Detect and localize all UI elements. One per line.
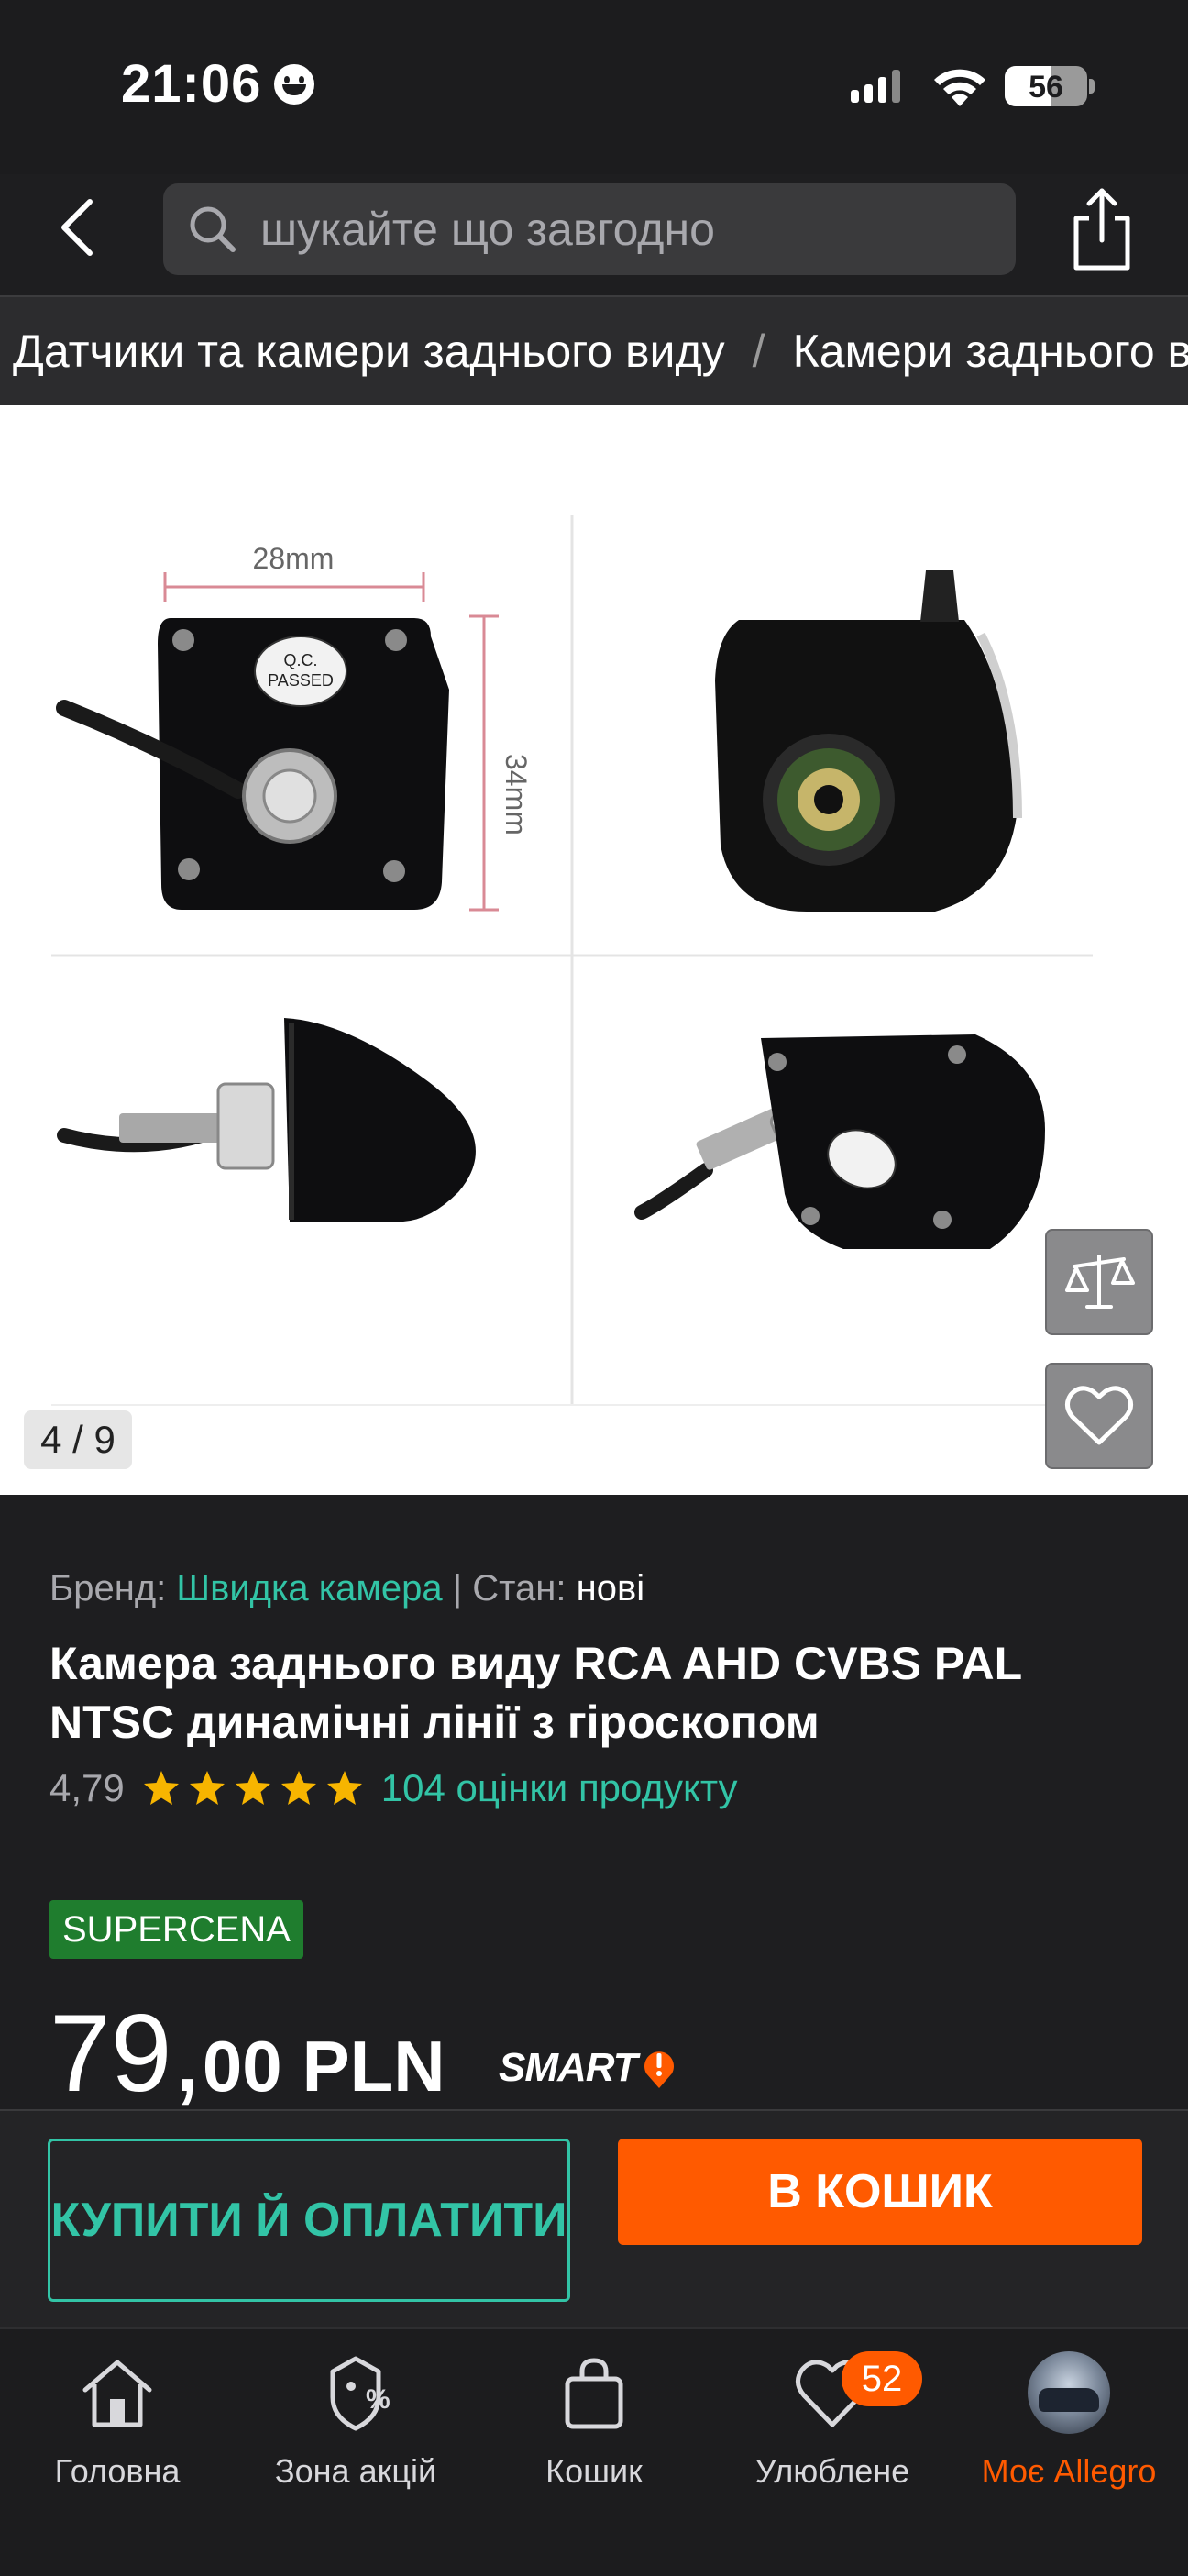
avatar	[1028, 2351, 1110, 2434]
search-icon	[190, 206, 236, 252]
supercena-badge: SUPERCENA	[50, 1900, 303, 1959]
buy-now-button[interactable]: КУПИТИ Й ОПЛАТИТИ	[48, 2139, 570, 2302]
focus-smile-icon	[274, 63, 315, 105]
brand-label: Бренд:	[50, 1568, 167, 1609]
heart-icon	[1065, 1386, 1133, 1445]
star-icon	[189, 1771, 225, 1805]
brand-condition-line: Бренд: Швидка камера | Стан: нові	[50, 1568, 644, 1609]
search-placeholder: шукайте що завгодно	[260, 204, 715, 255]
breadcrumb-separator: /	[752, 326, 765, 377]
battery-tip	[1089, 79, 1094, 94]
star-icon	[326, 1771, 362, 1805]
tab-label-my-allegro: Моє Allegro	[981, 2452, 1157, 2490]
reviews-link[interactable]: 104 оцінки продукту	[381, 1766, 738, 1810]
promo-tag-icon: %	[330, 2356, 390, 2431]
star-icon	[280, 1771, 316, 1805]
tab-promo-zone[interactable]: % Зона акцій	[246, 2344, 466, 2527]
price-currency: PLN	[302, 2026, 446, 2106]
rating-value: 4,79	[50, 1766, 125, 1809]
product-info: Бренд: Швидка камера | Стан: нові Камера…	[0, 1495, 1188, 2115]
tab-cart[interactable]: Кошик	[484, 2344, 704, 2527]
tab-my-allegro[interactable]: Моє Allegro	[959, 2344, 1179, 2527]
back-button[interactable]	[46, 194, 110, 260]
tab-home[interactable]: Головна	[7, 2344, 227, 2527]
status-bar: 21:06 56 шукайте що завгодно	[0, 0, 1188, 275]
tab-label-home: Головна	[54, 2452, 181, 2490]
add-to-cart-button[interactable]: В КОШИК	[618, 2139, 1142, 2245]
smart-label: SMART	[499, 2045, 638, 2090]
scale-icon	[1065, 1255, 1135, 1309]
cellular-signal-icon	[851, 66, 900, 103]
compare-button[interactable]	[1045, 1229, 1153, 1335]
star-icon	[143, 1771, 179, 1805]
condition-label: Стан:	[472, 1568, 566, 1609]
divider: |	[452, 1568, 463, 1609]
battery-indicator: 56	[1005, 66, 1087, 106]
price-integer: 79,	[50, 1992, 203, 2115]
search-input[interactable]: шукайте що завгодно	[163, 183, 1016, 275]
condition-value: нові	[576, 1568, 645, 1609]
tab-label-favorites: Улюблене	[754, 2452, 910, 2490]
product-image: 28mm 34mm Q.C. PASSED	[0, 405, 1188, 1495]
clock: 21:06	[121, 54, 262, 114]
smart-badge[interactable]: SMART	[499, 2045, 677, 2091]
share-icon[interactable]	[1067, 183, 1137, 275]
tab-label-promo: Зона акцій	[274, 2452, 437, 2490]
height-dimension: 34mm	[500, 754, 533, 835]
status-time: 21:06	[121, 53, 315, 115]
tab-label-cart: Кошик	[545, 2452, 643, 2490]
brand-link[interactable]: Швидка камера	[176, 1568, 442, 1609]
rating-row[interactable]: 4,79 104 оцінки продукту	[50, 1766, 738, 1810]
wifi-icon	[934, 69, 985, 106]
tab-favorites[interactable]: Улюблене 52	[722, 2344, 942, 2527]
add-to-favorites-button[interactable]	[1045, 1363, 1153, 1469]
qc-label-line1: Q.C.	[283, 651, 317, 669]
breadcrumb-item-sensors[interactable]: Датчики та камери заднього виду	[13, 325, 725, 378]
price: 79, 00 PLN	[50, 1990, 446, 2117]
image-counter: 4 / 9	[24, 1410, 132, 1469]
tab-bar: Головна % Зона акцій Кошик Улюблене 52 М…	[0, 2327, 1188, 2576]
bag-icon	[565, 2358, 623, 2429]
qc-label-line2: PASSED	[268, 671, 334, 690]
width-dimension: 28mm	[253, 542, 335, 575]
rating-stars	[141, 1768, 365, 1808]
breadcrumb-item-cameras[interactable]: Камери заднього виду	[793, 325, 1188, 378]
favorites-count-badge: 52	[842, 2351, 922, 2406]
product-title: Камера заднього виду RCA AHD CVBS PAL NT…	[50, 1638, 1022, 1748]
product-gallery[interactable]: 28mm 34mm Q.C. PASSED 4 / 9	[0, 405, 1188, 1495]
svg-text:%: %	[366, 2384, 390, 2415]
home-icon	[82, 2360, 152, 2427]
price-decimal: 00	[202, 2026, 282, 2106]
smart-exclamation-icon	[644, 2051, 674, 2088]
battery-level: 56	[1028, 70, 1063, 105]
star-icon	[235, 1771, 270, 1805]
action-bar: КУПИТИ Й ОПЛАТИТИ В КОШИК	[0, 2109, 1188, 2327]
breadcrumb: Датчики та камери заднього виду / Камери…	[0, 295, 1188, 405]
